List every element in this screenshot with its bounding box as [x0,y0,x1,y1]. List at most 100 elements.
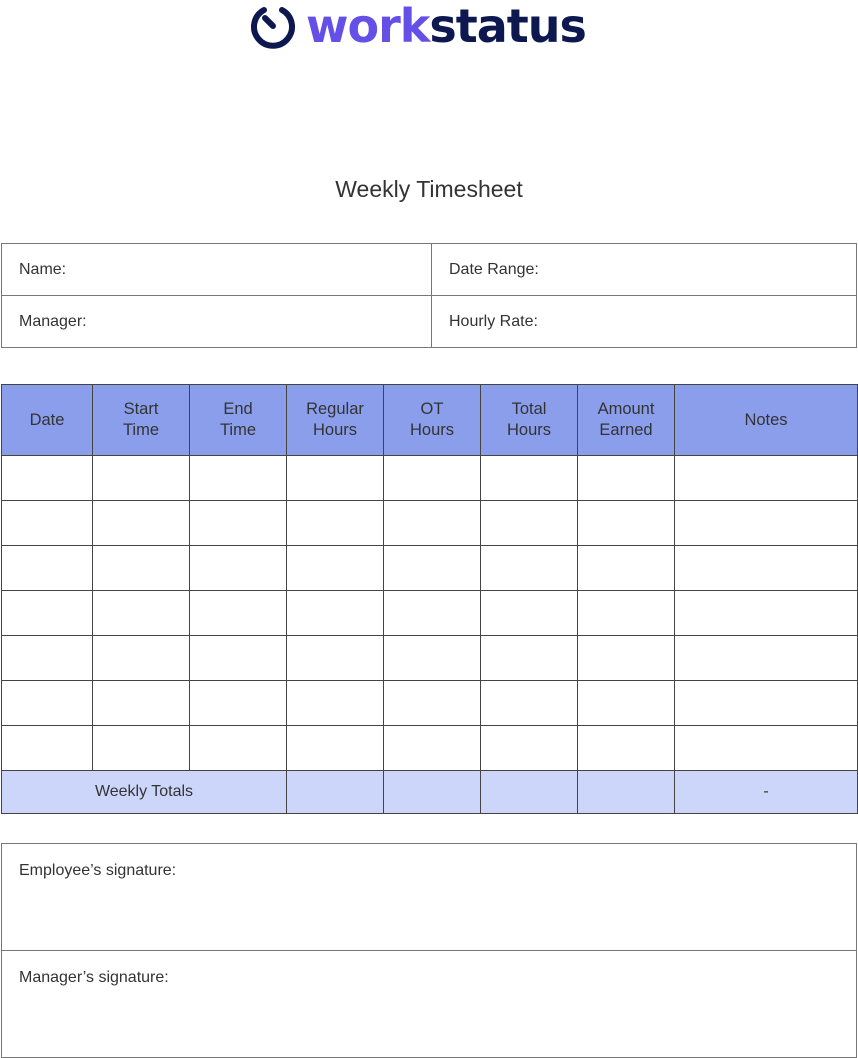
totals-row: Weekly Totals - [1,770,858,814]
manager-field[interactable]: Manager: [1,295,432,348]
table-cell[interactable] [383,455,481,501]
table-cell[interactable] [189,680,287,726]
table-cell[interactable] [286,545,384,591]
table-cell[interactable] [92,680,190,726]
employee-signature-label: Employee’s signature: [19,862,177,879]
table-cell[interactable] [480,545,578,591]
table-cell[interactable] [480,500,578,546]
table-cell[interactable] [577,500,675,546]
weekly-totals-label: Weekly Totals [1,770,287,814]
manager-signature-label: Manager’s signature: [19,969,169,986]
table-cell[interactable] [674,545,858,591]
table-cell[interactable] [480,455,578,501]
table-cell[interactable] [286,680,384,726]
date-range-field[interactable]: Date Range: [431,243,857,296]
table-cell[interactable] [189,725,287,771]
table-cell[interactable] [383,725,481,771]
page-title: Weekly Timesheet [335,176,523,202]
table-row [1,545,858,591]
brand-logo: workstatus [248,2,587,50]
table-cell[interactable] [577,635,675,681]
table-cell[interactable] [189,635,287,681]
table-cell[interactable] [577,680,675,726]
table-cell[interactable] [1,590,93,636]
table-cell[interactable] [480,725,578,771]
table-cell[interactable] [286,500,384,546]
column-header: Regular Hours [286,384,384,456]
table-row [1,455,858,501]
column-header: Date [1,384,93,456]
date-range-label: Date Range: [449,260,539,278]
table-cell[interactable] [286,455,384,501]
table-cell[interactable] [1,635,93,681]
table-cell[interactable] [189,455,287,501]
total-cell[interactable] [577,770,675,814]
table-cell[interactable] [189,545,287,591]
table-row [1,590,858,636]
table-cell[interactable] [92,725,190,771]
table-cell[interactable] [674,680,858,726]
table-cell[interactable] [189,500,287,546]
employee-signature-field[interactable]: Employee’s signature: [1,843,857,951]
table-cell[interactable] [92,635,190,681]
column-header: Start Time [92,384,190,456]
stopwatch-icon [251,7,295,49]
table-cell[interactable] [577,455,675,501]
total-cell[interactable] [383,770,481,814]
table-cell[interactable] [674,500,858,546]
total-cell[interactable] [480,770,578,814]
brand-name-status: status [429,0,587,53]
table-cell[interactable] [1,500,93,546]
table-cell[interactable] [92,500,190,546]
table-cell[interactable] [383,500,481,546]
table-cell[interactable] [189,590,287,636]
header-row: Date Start Time End Time Regular Hours OT Hours T… [1,384,858,456]
table-cell[interactable] [286,725,384,771]
table-cell[interactable] [674,455,858,501]
column-header: Amount Earned [577,384,675,456]
table-cell[interactable] [1,680,93,726]
column-header: End Time [189,384,287,456]
brand-name-work: work [306,0,430,53]
table-cell[interactable] [286,590,384,636]
hourly-rate-field[interactable]: Hourly Rate: [431,295,857,348]
timesheet-table: Date Start Time End Time Regular Hours OT Hours T… [1,384,858,814]
table-cell[interactable] [577,725,675,771]
table-cell[interactable] [674,590,858,636]
table-row [1,725,858,771]
column-header: Notes [674,384,858,456]
table-row [1,635,858,681]
table-cell[interactable] [1,725,93,771]
table-cell[interactable] [1,455,93,501]
table-cell[interactable] [577,590,675,636]
signature-table: Employee’s signature: Manager’s signatur… [1,843,857,1058]
table-cell[interactable] [1,545,93,591]
name-field[interactable]: Name: [1,243,432,296]
table-cell[interactable] [286,635,384,681]
table-cell[interactable] [480,635,578,681]
table-cell[interactable] [383,545,481,591]
column-header: OT Hours [383,384,481,456]
table-cell[interactable] [92,545,190,591]
totals-notes-cell[interactable]: - [674,770,858,814]
name-label: Name: [19,260,67,278]
table-row [1,500,858,546]
table-cell[interactable] [480,590,578,636]
table-cell[interactable] [92,455,190,501]
info-table: Name: Date Range: Manager: Hourly Rate: [1,243,857,348]
table-cell[interactable] [383,680,481,726]
hourly-rate-label: Hourly Rate: [449,312,538,330]
manager-signature-field[interactable]: Manager’s signature: [1,950,857,1058]
table-cell[interactable] [92,590,190,636]
table-cell[interactable] [383,635,481,681]
table-cell[interactable] [674,725,858,771]
column-header: Total Hours [480,384,578,456]
table-cell[interactable] [674,635,858,681]
table-row [1,680,858,726]
manager-label: Manager: [19,312,87,330]
table-cell[interactable] [383,590,481,636]
table-cell[interactable] [577,545,675,591]
total-cell[interactable] [286,770,384,814]
table-cell[interactable] [480,680,578,726]
brand-name: workstatus [306,3,587,49]
